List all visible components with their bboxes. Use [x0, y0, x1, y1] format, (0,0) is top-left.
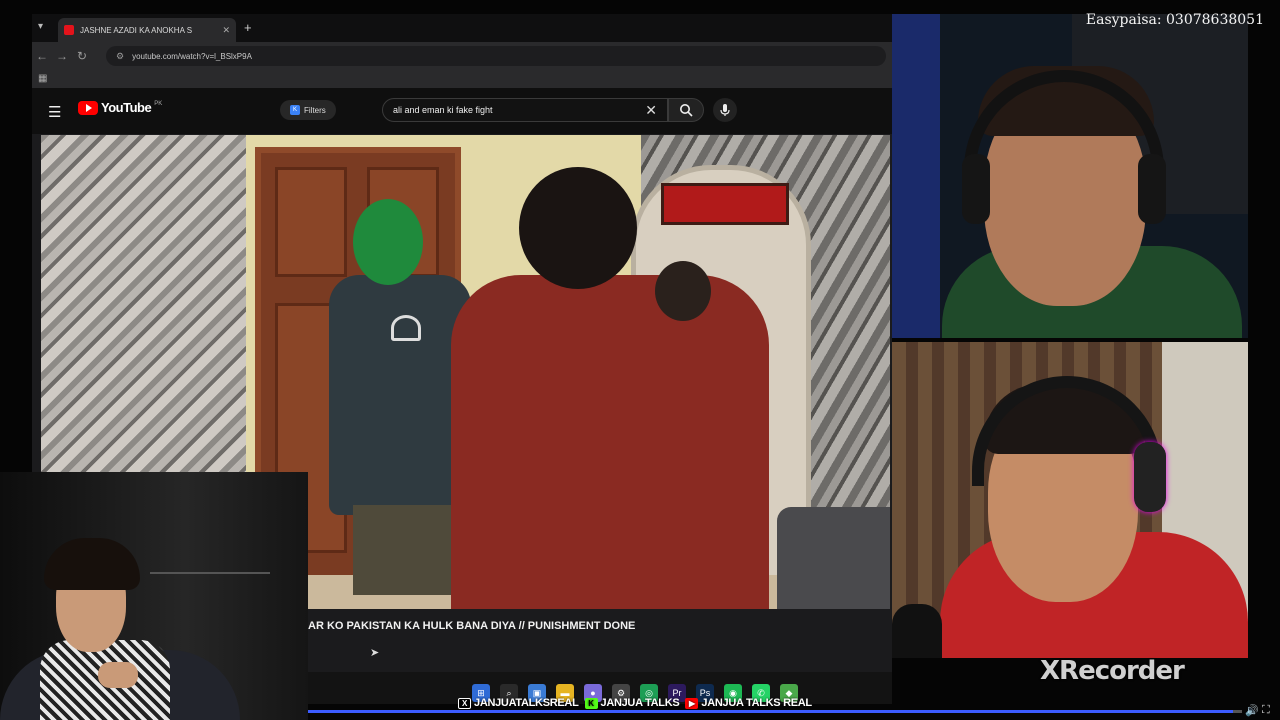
- video-person-red-shirt: [451, 275, 769, 609]
- kick-icon: K: [584, 697, 598, 709]
- mouse-cursor-icon: ➤: [370, 647, 380, 659]
- filters-chip[interactable]: K Filters: [280, 100, 336, 120]
- tab-search-icon[interactable]: ▾: [38, 21, 43, 32]
- social-kick-label: JANJUA TALKS: [600, 697, 680, 709]
- bookmarks-bar: [32, 70, 892, 88]
- social-youtube: ▶ JANJUA TALKS REAL: [685, 697, 812, 709]
- filters-label: Filters: [304, 105, 326, 115]
- video-person-hair: [519, 167, 637, 289]
- webcam-bottom-right: [892, 342, 1248, 658]
- youtube-wordmark: YouTube: [101, 100, 152, 115]
- fullscreen-icon[interactable]: ⛶: [1262, 704, 1270, 717]
- social-x-label: JANJUATALKSREAL: [474, 697, 579, 709]
- tab-title: JASHNE AZADI KA ANOKHA S: [80, 25, 193, 35]
- search-input[interactable]: ali and eman ki fake fight ✕: [382, 98, 668, 122]
- social-kick: K JANJUA TALKS: [584, 697, 680, 709]
- extension-k-icon: K: [290, 105, 300, 115]
- webcam-person-hand: [98, 662, 138, 688]
- social-x: X JANJUATALKSREAL: [458, 697, 579, 709]
- search-icon: [680, 104, 693, 117]
- mic-icon: [720, 104, 730, 116]
- address-bar[interactable]: ⚙ youtube.com/watch?v=l_BSlxP9A: [106, 46, 886, 66]
- recorder-watermark: XRecorder: [1040, 656, 1185, 686]
- microphone: [892, 604, 942, 658]
- youtube-play-icon: [78, 100, 98, 115]
- social-youtube-label: JANJUA TALKS REAL: [701, 697, 812, 709]
- video-red-sign: [661, 183, 789, 225]
- video-person-green-head: [353, 199, 423, 285]
- search-button[interactable]: [668, 98, 704, 122]
- social-handles: X JANJUATALKSREAL K JANJUA TALKS ▶ JANJU…: [458, 697, 812, 709]
- apps-grid-icon[interactable]: ▦: [38, 73, 47, 84]
- back-icon[interactable]: ←: [32, 49, 52, 63]
- youtube-favicon-icon: [64, 25, 74, 35]
- url-text: youtube.com/watch?v=l_BSlxP9A: [132, 51, 252, 61]
- x-icon: X: [458, 697, 471, 709]
- video-sofa: [777, 507, 890, 609]
- volume-icon[interactable]: 🔊: [1245, 704, 1259, 717]
- close-tab-icon[interactable]: ✕: [222, 25, 230, 36]
- country-code: PK: [154, 100, 163, 107]
- youtube-logo[interactable]: YouTube PK: [78, 100, 162, 115]
- clear-search-icon[interactable]: ✕: [645, 102, 657, 119]
- reload-icon[interactable]: ↻: [72, 49, 92, 63]
- stream-progress-fill: [308, 710, 1233, 713]
- webcam-bottom-left: [0, 472, 308, 720]
- video-person-green-shirt: [329, 275, 471, 515]
- menu-icon[interactable]: ☰: [48, 103, 61, 121]
- new-tab-icon[interactable]: +: [244, 20, 252, 35]
- webcam-top-right: [892, 14, 1248, 338]
- voice-search-button[interactable]: [713, 98, 737, 122]
- donation-text: Easypaisa: 03078638051: [1085, 12, 1264, 28]
- site-info-icon[interactable]: ⚙: [116, 51, 124, 62]
- browser-tab[interactable]: JASHNE AZADI KA ANOKHA S ✕: [58, 18, 236, 42]
- forward-icon[interactable]: →: [52, 49, 72, 63]
- video-title: AR KO PAKISTAN KA HULK BANA DIYA // PUNI…: [308, 620, 636, 632]
- youtube-icon: ▶: [685, 697, 699, 709]
- search-query: ali and eman ki fake fight: [393, 105, 493, 115]
